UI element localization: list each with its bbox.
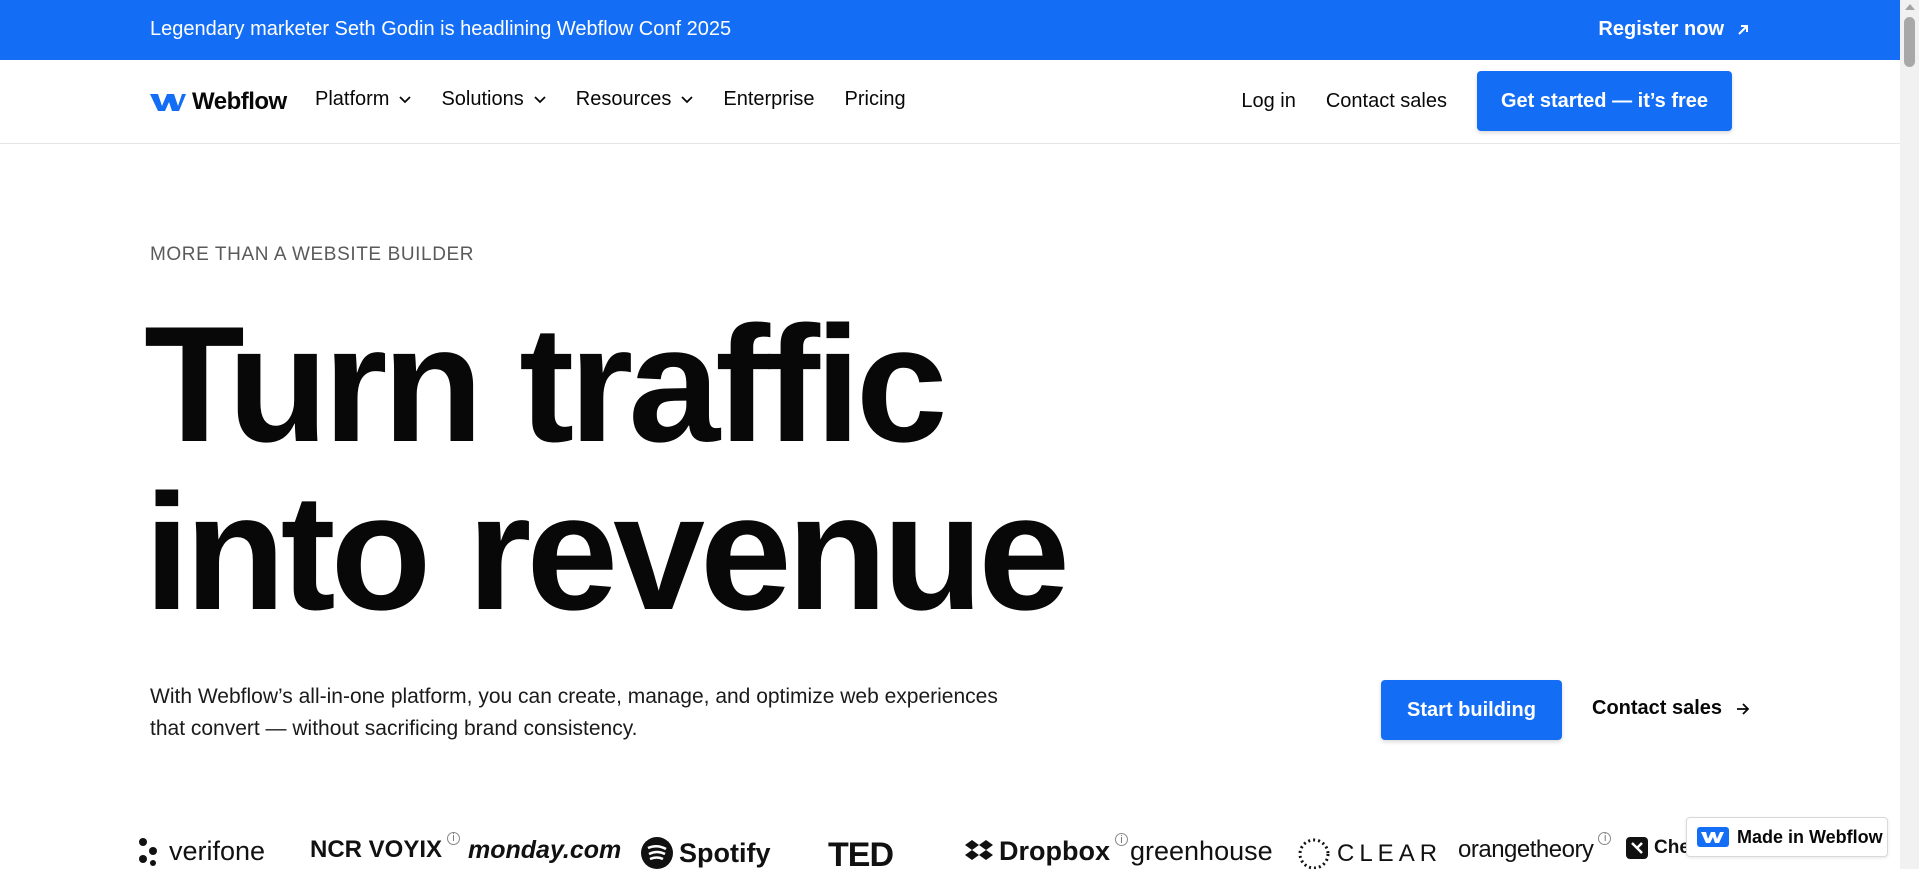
logo-text: verifone	[169, 836, 266, 866]
logo-text: Spotify	[679, 837, 771, 868]
start-building-button[interactable]: Start building	[1381, 680, 1562, 740]
arrow-right-icon	[1737, 702, 1750, 715]
customer-logos: verifone NCR VOYIX i monday.com Spotify T…	[138, 830, 1908, 869]
nav-item-platform[interactable]: Platform	[315, 88, 412, 111]
main-nav: Webflow Platform Solutions Resources Ent…	[0, 60, 1900, 144]
nav-actions: Log in Contact sales Get started — it’s …	[1241, 71, 1732, 131]
chevron-down-icon	[534, 95, 546, 103]
logo-verifone: verifone	[138, 836, 265, 867]
info-icon: i	[447, 831, 461, 845]
scroll-up-arrow-icon[interactable]	[1905, 4, 1915, 10]
nav-item-label: Platform	[315, 88, 390, 110]
logo-clear: CLEAR	[1296, 836, 1442, 869]
nav-item-solutions[interactable]: Solutions	[441, 88, 546, 111]
banner-text: Legendary marketer Seth Godin is headlin…	[150, 18, 732, 40]
logo-text: NCR VOYIX	[310, 836, 443, 863]
info-icon: i	[1115, 833, 1128, 846]
webflow-logo[interactable]: Webflow	[150, 88, 287, 116]
nav-item-label: Solutions	[441, 88, 524, 110]
nav-item-enterprise[interactable]: Enterprise	[723, 88, 814, 111]
announcement-banner: Legendary marketer Seth Godin is headlin…	[0, 0, 1900, 60]
hero-eyebrow: MORE THAN A WEBSITE BUILDER	[150, 244, 475, 265]
logo-text: Dropbox	[999, 836, 1110, 866]
logo-orangetheory: orangetheory i	[1458, 831, 1612, 864]
logo-ted: TED	[828, 836, 894, 869]
register-now-label: Register now	[1598, 18, 1724, 40]
hero-subcopy: With Webflow’s all-in-one platform, you …	[150, 685, 998, 740]
logo-text: orangetheory	[1458, 836, 1594, 863]
dropbox-icon	[965, 839, 993, 860]
page-scrollbar[interactable]	[1900, 0, 1919, 869]
info-icon: i	[1598, 831, 1612, 845]
login-link[interactable]: Log in	[1241, 90, 1296, 113]
get-started-button[interactable]: Get started — it’s free	[1477, 71, 1732, 131]
checkout-icon	[1626, 837, 1648, 859]
chevron-down-icon	[681, 95, 693, 103]
nav-item-label: Enterprise	[723, 88, 815, 110]
hero-headline: Turn traffic into revenue	[144, 292, 1070, 644]
scrollbar-thumb[interactable]	[1904, 17, 1915, 67]
hero-contact-sales-label: Contact sales	[1592, 697, 1723, 719]
nav-menu: Platform Solutions Resources Enterprise …	[315, 88, 906, 111]
nav-item-resources[interactable]: Resources	[576, 88, 694, 111]
arrow-up-right-icon	[1738, 24, 1748, 35]
logo-ncr-voyix: NCR VOYIX i	[310, 831, 461, 864]
logo-text: TED	[828, 836, 894, 869]
nav-item-label: Pricing	[844, 88, 906, 110]
verifone-dots-icon	[139, 837, 157, 866]
logo-text: greenhouse	[1130, 836, 1273, 866]
webflow-logo-icon	[1697, 827, 1729, 847]
brand-name: Webflow	[192, 88, 287, 115]
nav-item-pricing[interactable]: Pricing	[845, 88, 906, 111]
hero-contact-sales-link[interactable]: Contact sales	[1592, 697, 1750, 720]
logo-spotify: Spotify	[640, 836, 771, 869]
contact-sales-link[interactable]: Contact sales	[1326, 90, 1447, 113]
logo-text: CLEAR	[1337, 840, 1443, 867]
register-now-link[interactable]: Register now	[1598, 18, 1750, 41]
made-in-webflow-badge[interactable]: Made in Webflow	[1686, 817, 1888, 857]
badge-label: Made in Webflow	[1737, 826, 1883, 847]
clear-dots-icon	[1298, 838, 1330, 869]
chevron-down-icon	[399, 95, 412, 103]
logo-monday: monday.com	[468, 836, 621, 865]
logo-dropbox: Dropbox i	[964, 833, 1128, 867]
webflow-logo-icon	[150, 94, 186, 111]
spotify-icon	[641, 837, 673, 869]
logo-text: monday.com	[468, 836, 622, 864]
headline-line-2: into revenue	[144, 460, 1070, 644]
headline-line-1: Turn traffic	[144, 292, 948, 476]
nav-item-label: Resources	[575, 88, 672, 110]
logo-greenhouse: greenhouse	[1130, 836, 1273, 867]
